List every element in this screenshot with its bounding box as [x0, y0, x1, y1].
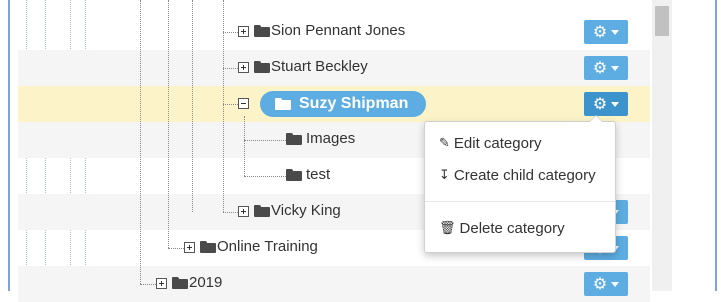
caret-down-icon: [611, 65, 620, 71]
tree-row-stuart-beckley[interactable]: Stuart Beckley ⚙: [18, 50, 650, 86]
tree-connector-line: [223, 0, 224, 212]
vertical-scrollbar[interactable]: [652, 0, 672, 291]
menu-item-edit-category[interactable]: ✎ Edit category: [425, 128, 615, 158]
expand-icon[interactable]: [184, 242, 195, 253]
menu-item-delete-category[interactable]: 🗑 Delete category: [425, 213, 615, 243]
menu-item-label: Create child category: [453, 166, 596, 184]
folder-icon: [254, 25, 270, 37]
tree-row-2019[interactable]: 2019 ⚙: [18, 266, 650, 302]
folder-icon: [286, 133, 302, 145]
category-options-button[interactable]: ⚙: [584, 56, 628, 80]
caret-down-icon: [611, 281, 620, 287]
tree-node-label: Suzy Shipman: [299, 95, 409, 112]
category-options-button[interactable]: ⚙: [584, 20, 628, 44]
category-options-button[interactable]: ⚙: [584, 272, 628, 296]
tree-node-label[interactable]: 2019: [189, 274, 222, 292]
gear-icon: ⚙: [592, 58, 608, 77]
tree-node-label[interactable]: Online Training: [217, 238, 318, 256]
arrow-down-icon: ↧: [439, 167, 450, 183]
tree-node-label[interactable]: Stuart Beckley: [271, 58, 368, 76]
folder-icon: [200, 241, 216, 253]
tree-node-label[interactable]: Sion Pennant Jones: [271, 22, 405, 40]
menu-item-label: Edit category: [453, 134, 542, 152]
tree-row-suzy-shipman[interactable]: Suzy Shipman ⚙: [18, 86, 650, 122]
scrollbar-thumb[interactable]: [655, 6, 669, 36]
tree-node-label[interactable]: Images: [306, 130, 355, 148]
caret-down-icon: [611, 101, 620, 107]
expand-icon[interactable]: [238, 26, 249, 37]
expand-icon[interactable]: [238, 62, 249, 73]
folder-icon: [172, 277, 188, 289]
gear-icon: ⚙: [592, 274, 608, 293]
category-options-button[interactable]: ⚙: [584, 92, 628, 116]
collapse-icon[interactable]: [238, 98, 249, 109]
trash-icon: 🗑: [439, 220, 456, 236]
caret-down-icon: [611, 29, 620, 35]
folder-icon: [254, 205, 270, 217]
tree-connector-line: [140, 0, 141, 284]
selected-category-pill[interactable]: Suzy Shipman: [260, 91, 426, 117]
menu-item-label: Delete category: [459, 219, 565, 237]
menu-item-create-child-category[interactable]: ↧ Create child category: [425, 160, 615, 190]
menu-divider: [425, 201, 615, 202]
folder-icon: [254, 61, 270, 73]
expand-icon[interactable]: [238, 206, 249, 217]
tree-connector-line: [192, 0, 193, 212]
tree-node-label[interactable]: Vicky King: [271, 202, 341, 220]
edit-icon: ✎: [439, 135, 450, 151]
folder-icon: [286, 169, 302, 181]
expand-icon[interactable]: [156, 278, 167, 289]
tree-connector-line: [168, 0, 169, 248]
gear-icon: ⚙: [592, 94, 608, 113]
tree-row-sion-pennant-jones[interactable]: Sion Pennant Jones ⚙: [18, 14, 650, 50]
gear-icon: ⚙: [592, 22, 608, 41]
category-context-menu: ✎ Edit category ↧ Create child category …: [424, 115, 616, 253]
folder-open-icon: [275, 98, 291, 110]
tree-node-label[interactable]: test: [306, 166, 330, 184]
